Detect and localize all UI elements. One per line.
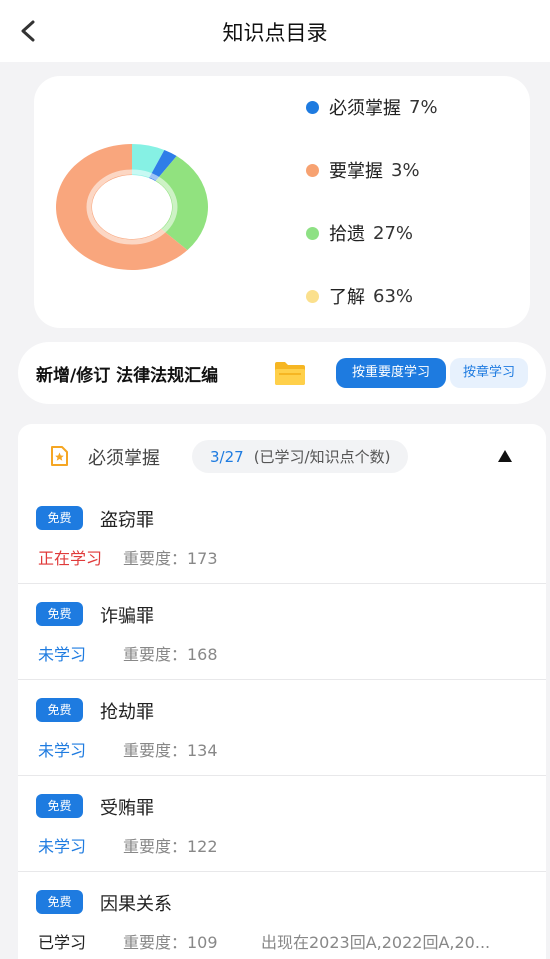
page-title: 知识点目录 xyxy=(222,21,328,45)
free-badge: 免费 xyxy=(36,698,83,722)
legend-label: 必须掌握 xyxy=(329,98,401,119)
study-status: 正在学习 xyxy=(38,549,103,568)
knowledge-point-row[interactable]: 免费 盗窃罪 正在学习 重要度：173 xyxy=(18,488,546,584)
knowledge-point-title: 因果关系 xyxy=(100,894,172,915)
knowledge-point-row[interactable]: 免费 诈骗罪 未学习 重要度：168 xyxy=(18,584,546,680)
study-status: 未学习 xyxy=(38,837,87,856)
collapse-triangle-icon[interactable] xyxy=(498,450,512,462)
free-badge: 免费 xyxy=(36,506,83,530)
knowledge-point-title: 抢劫罪 xyxy=(100,702,154,723)
importance-score: 重要度：173 xyxy=(123,549,218,568)
section-title: 必须掌握 xyxy=(88,448,160,469)
knowledge-point-row[interactable]: 免费 抢劫罪 未学习 重要度：134 xyxy=(18,680,546,776)
knowledge-point-list: 必须掌握 3/27 (已学习/知识点个数) 免费 盗窃罪 正在学习 重要度：17… xyxy=(18,424,546,959)
folder-icon xyxy=(275,362,305,385)
exam-appearance-note: 出现在2023回A,2022回A,20... xyxy=(261,933,491,952)
legend-item: 拾遗 27% xyxy=(306,220,413,246)
law-collection-banner[interactable]: 新增/修订 法律法规汇编 按重要度学习 按章学习 xyxy=(18,342,546,404)
knowledge-point-title: 受贿罪 xyxy=(100,798,154,819)
knowledge-point-title: 诈骗罪 xyxy=(100,606,154,627)
legend-value: 7% xyxy=(409,96,438,118)
top-bar: 知识点目录 xyxy=(0,0,550,62)
law-collection-title: 新增/修订 法律法规汇编 xyxy=(36,366,219,386)
study-by-chapter-button[interactable]: 按章学习 xyxy=(450,358,528,388)
legend-item: 要掌握 3% xyxy=(306,157,420,183)
legend-value: 3% xyxy=(391,159,420,181)
progress-note: (已学习/知识点个数) xyxy=(253,448,391,466)
section-header[interactable]: 必须掌握 3/27 (已学习/知识点个数) xyxy=(18,424,546,488)
knowledge-point-title: 盗窃罪 xyxy=(100,510,154,531)
legend-dot xyxy=(306,289,319,303)
free-badge: 免费 xyxy=(36,602,83,626)
study-by-importance-button[interactable]: 按重要度学习 xyxy=(336,358,446,388)
legend-dot xyxy=(306,163,319,177)
legend-value: 63% xyxy=(373,285,414,307)
distribution-chart-card: 必须掌握 7% 要掌握 3% 拾遗 27% 了解 63% xyxy=(34,76,530,328)
free-badge: 免费 xyxy=(36,890,83,914)
star-document-icon xyxy=(51,446,68,466)
legend-item: 了解 63% xyxy=(306,283,413,309)
importance-score: 重要度：134 xyxy=(123,741,218,760)
legend-label: 拾遗 xyxy=(329,224,365,245)
donut-inner-ring xyxy=(86,169,178,245)
study-status: 未学习 xyxy=(38,741,87,760)
legend-label: 要掌握 xyxy=(329,161,383,182)
section-progress: 3/27 (已学习/知识点个数) xyxy=(192,440,409,473)
study-status: 已学习 xyxy=(38,933,87,952)
knowledge-point-row[interactable]: 免费 受贿罪 未学习 重要度：122 xyxy=(18,776,546,872)
progress-count: 3/27 xyxy=(210,447,244,466)
legend-dot xyxy=(306,226,319,240)
importance-score: 重要度：109 xyxy=(123,933,218,952)
distribution-donut-chart xyxy=(56,144,208,270)
legend-item: 必须掌握 7% xyxy=(306,94,438,120)
free-badge: 免费 xyxy=(36,794,83,818)
study-status: 未学习 xyxy=(38,645,87,664)
importance-score: 重要度：168 xyxy=(123,645,218,664)
legend-value: 27% xyxy=(373,222,414,244)
importance-score: 重要度：122 xyxy=(123,837,218,856)
knowledge-point-row[interactable]: 免费 因果关系 已学习 重要度：109 出现在2023回A,2022回A,20.… xyxy=(18,872,546,959)
legend-dot xyxy=(306,100,319,114)
legend-label: 了解 xyxy=(329,287,365,308)
